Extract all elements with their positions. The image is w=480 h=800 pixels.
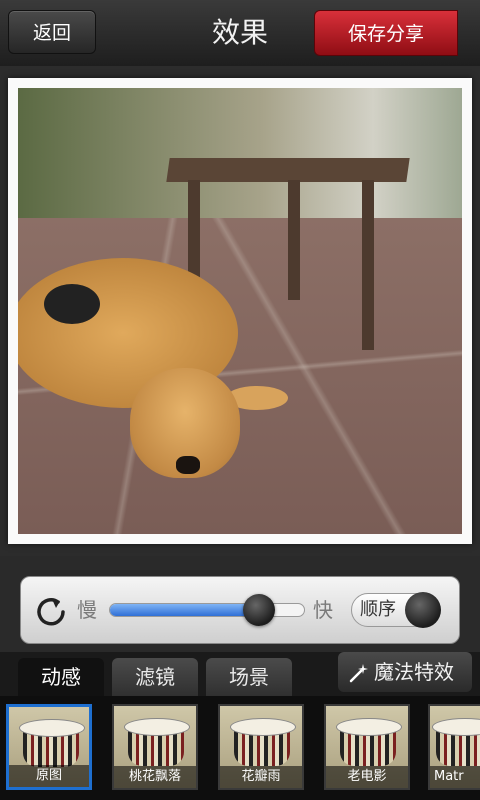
speed-slider-fill	[110, 604, 260, 616]
magic-wand-icon	[349, 664, 368, 683]
back-button[interactable]: 返回	[8, 10, 96, 54]
effect-thumbnail-strip: 原图 桃花飘落 花瓣雨 老电影 Matr	[0, 696, 480, 800]
thumbnail-original[interactable]: 原图	[6, 704, 92, 790]
order-toggle[interactable]: 顺序	[351, 592, 441, 628]
magic-effects-button[interactable]: 魔法特效	[338, 652, 472, 692]
speed-panel: 慢 快 顺序	[20, 576, 460, 644]
page-title: 效果	[211, 16, 268, 49]
tab-filter[interactable]: 滤镜	[112, 658, 198, 696]
thumbnail-image-rim	[19, 719, 85, 737]
thumbnail-petal-rain[interactable]: 花瓣雨	[218, 704, 304, 790]
photo-frame	[8, 78, 472, 544]
top-bar: 返回 效果 保存分享	[0, 0, 480, 67]
thumbnail-label: 花瓣雨	[220, 766, 302, 788]
order-toggle-knob[interactable]	[405, 592, 441, 628]
tab-scene[interactable]: 场景	[206, 658, 292, 696]
photo-table-leg	[288, 180, 300, 300]
thumbnail-label: 原图	[9, 765, 89, 787]
photo-table	[166, 158, 410, 182]
save-share-button[interactable]: 保存分享	[314, 10, 458, 56]
order-toggle-label: 顺序	[360, 599, 396, 620]
fast-label: 快	[313, 598, 333, 622]
thumbnail-image-rim	[230, 718, 296, 736]
thumbnail-old-movie[interactable]: 老电影	[324, 704, 410, 790]
thumbnail-peach-blossom[interactable]: 桃花飘落	[112, 704, 198, 790]
slow-label: 慢	[77, 598, 97, 622]
thumbnail-image-rim	[336, 718, 402, 736]
magic-effects-label: 魔法特效	[374, 660, 454, 684]
speed-slider-knob[interactable]	[243, 594, 276, 626]
photo-dog-nose	[176, 456, 200, 474]
refresh-icon[interactable]	[33, 593, 69, 629]
photo-table-leg	[362, 180, 374, 350]
photo-preview	[18, 88, 462, 534]
speed-slider[interactable]	[109, 594, 305, 626]
photo-dog-collar	[44, 284, 100, 324]
thumbnail-label: Matr	[430, 766, 480, 788]
tab-dynamic[interactable]: 动感	[18, 658, 104, 696]
thumbnail-image-rim	[124, 718, 190, 736]
thumbnail-label: 老电影	[326, 766, 408, 788]
thumbnail-matrix[interactable]: Matr	[428, 704, 480, 790]
thumbnail-label: 桃花飘落	[114, 766, 196, 788]
photo-area	[0, 66, 480, 556]
tab-bar: 动感 滤镜 场景 魔法特效	[0, 652, 480, 696]
